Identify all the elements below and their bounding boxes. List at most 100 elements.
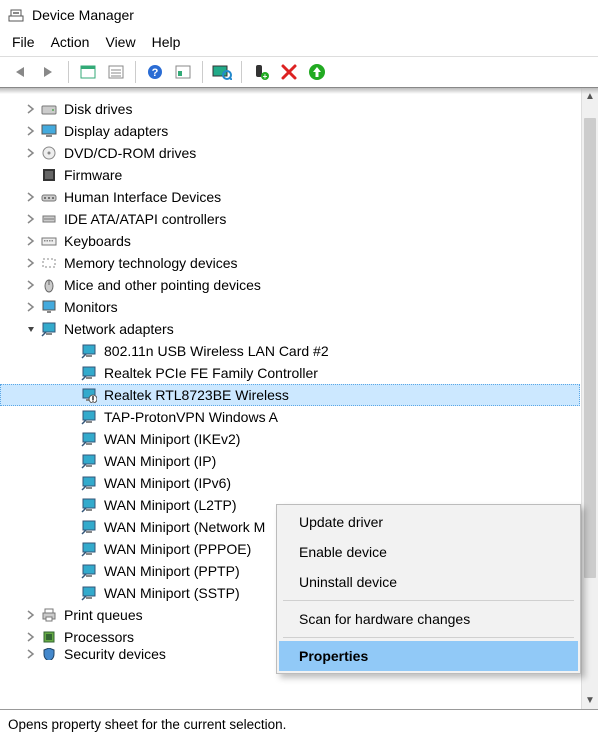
expand-arrow-icon[interactable] [24, 608, 38, 622]
firmware-icon [40, 166, 58, 184]
tree-device[interactable]: 802.11n USB Wireless LAN Card #2 [0, 340, 580, 362]
action-button[interactable] [170, 59, 196, 85]
net-card-icon [80, 584, 98, 602]
toolbar-separator [135, 61, 136, 83]
context-menu-label: Update driver [299, 514, 383, 530]
tree-category[interactable]: Mice and other pointing devices [0, 274, 580, 296]
keyboard-icon [40, 232, 58, 250]
tree-label: WAN Miniport (Network M [104, 519, 265, 535]
tree-category[interactable]: Keyboards [0, 230, 580, 252]
menu-file[interactable]: File [12, 34, 35, 50]
scroll-down-button[interactable]: ▼ [582, 692, 598, 709]
tree-category[interactable]: DVD/CD-ROM drives [0, 142, 580, 164]
tree-label: Memory technology devices [64, 255, 238, 271]
tree-category[interactable]: Memory technology devices [0, 252, 580, 274]
tree-label: WAN Miniport (L2TP) [104, 497, 237, 513]
expand-arrow-icon[interactable] [24, 102, 38, 116]
tree-device[interactable]: WAN Miniport (IP) [0, 450, 580, 472]
tree-label: IDE ATA/ATAPI controllers [64, 211, 226, 227]
tree-label: DVD/CD-ROM drives [64, 145, 196, 161]
expand-arrow-icon[interactable] [24, 234, 38, 248]
expand-arrow-icon[interactable] [24, 146, 38, 160]
toolbar-separator [241, 61, 242, 83]
net-card-icon [80, 496, 98, 514]
context-menu-label: Properties [299, 648, 368, 664]
add-legacy-button[interactable]: + [248, 59, 274, 85]
expand-arrow-icon[interactable] [24, 322, 38, 336]
tree-device[interactable]: ↓Realtek RTL8723BE Wireless [0, 384, 580, 406]
tree-label: Realtek PCIe FE Family Controller [104, 365, 318, 381]
menu-action[interactable]: Action [51, 34, 90, 50]
nav-forward-button[interactable] [36, 59, 62, 85]
memory-icon [40, 254, 58, 272]
scan-button[interactable] [209, 59, 235, 85]
monitor-icon [40, 298, 58, 316]
expand-arrow-icon[interactable] [24, 256, 38, 270]
context-menu-item[interactable]: Uninstall device [279, 567, 578, 597]
context-menu-label: Enable device [299, 544, 387, 560]
svg-text:+: + [263, 72, 268, 81]
tree-category[interactable]: Monitors [0, 296, 580, 318]
expand-arrow-icon[interactable] [24, 212, 38, 226]
toolbar-separator [68, 61, 69, 83]
context-menu-item[interactable]: Update driver [279, 507, 578, 537]
tree-label: 802.11n USB Wireless LAN Card #2 [104, 343, 329, 359]
tree-device[interactable]: Realtek PCIe FE Family Controller [0, 362, 580, 384]
remove-button[interactable] [276, 59, 302, 85]
context-menu-item[interactable]: Enable device [279, 537, 578, 567]
tree-device[interactable]: WAN Miniport (IKEv2) [0, 428, 580, 450]
expand-arrow-icon[interactable] [24, 648, 38, 660]
context-menu-item[interactable]: Properties [279, 641, 578, 671]
tree-category[interactable]: IDE ATA/ATAPI controllers [0, 208, 580, 230]
net-card-icon [80, 474, 98, 492]
net-card-icon [80, 364, 98, 382]
net-card-icon [80, 408, 98, 426]
expand-arrow-icon[interactable] [24, 278, 38, 292]
net-card-icon [80, 342, 98, 360]
tree-device[interactable]: WAN Miniport (IPv6) [0, 472, 580, 494]
tree-label: WAN Miniport (PPPOE) [104, 541, 251, 557]
expand-arrow-icon[interactable] [24, 300, 38, 314]
expand-arrow-icon[interactable] [24, 124, 38, 138]
mouse-icon [40, 276, 58, 294]
tree-label: Human Interface Devices [64, 189, 221, 205]
tree-label: TAP-ProtonVPN Windows A [104, 409, 278, 425]
tree-label: Security devices [64, 648, 166, 660]
tree-category[interactable]: Firmware [0, 164, 580, 186]
tree-category[interactable]: Display adapters [0, 120, 580, 142]
tree-label: Disk drives [64, 101, 132, 117]
context-menu-separator [283, 637, 574, 638]
hid-icon [40, 188, 58, 206]
menu-help[interactable]: Help [152, 34, 181, 50]
context-menu-label: Uninstall device [299, 574, 397, 590]
nav-back-button[interactable] [8, 59, 34, 85]
net-card-icon [80, 518, 98, 536]
net-card-icon [80, 540, 98, 558]
tree-category[interactable]: Human Interface Devices [0, 186, 580, 208]
scroll-shadow [0, 88, 598, 94]
vertical-scrollbar[interactable]: ▲ ▼ [581, 88, 598, 709]
expand-arrow-icon[interactable] [24, 190, 38, 204]
expand-arrow-icon[interactable] [24, 630, 38, 644]
tree-label: Keyboards [64, 233, 131, 249]
net-card-icon [80, 562, 98, 580]
properties-toolbar-button[interactable] [103, 59, 129, 85]
help-button[interactable]: ? [142, 59, 168, 85]
cpu-icon [40, 628, 58, 646]
tree-device[interactable]: TAP-ProtonVPN Windows A [0, 406, 580, 428]
tree-label: WAN Miniport (PPTP) [104, 563, 240, 579]
show-hidden-button[interactable] [75, 59, 101, 85]
tree-category[interactable]: Disk drives [0, 98, 580, 120]
tree-label: Realtek RTL8723BE Wireless [104, 387, 289, 403]
tree-category[interactable]: Network adapters [0, 318, 580, 340]
context-menu-item[interactable]: Scan for hardware changes [279, 604, 578, 634]
tree-label: Mice and other pointing devices [64, 277, 261, 293]
enable-button[interactable] [304, 59, 330, 85]
app-icon [8, 7, 24, 23]
menu-view[interactable]: View [105, 34, 135, 50]
tree-label: Network adapters [64, 321, 174, 337]
toolbar-separator [202, 61, 203, 83]
display-icon [40, 122, 58, 140]
menubar: File Action View Help [0, 30, 598, 56]
scroll-thumb[interactable] [584, 118, 596, 578]
